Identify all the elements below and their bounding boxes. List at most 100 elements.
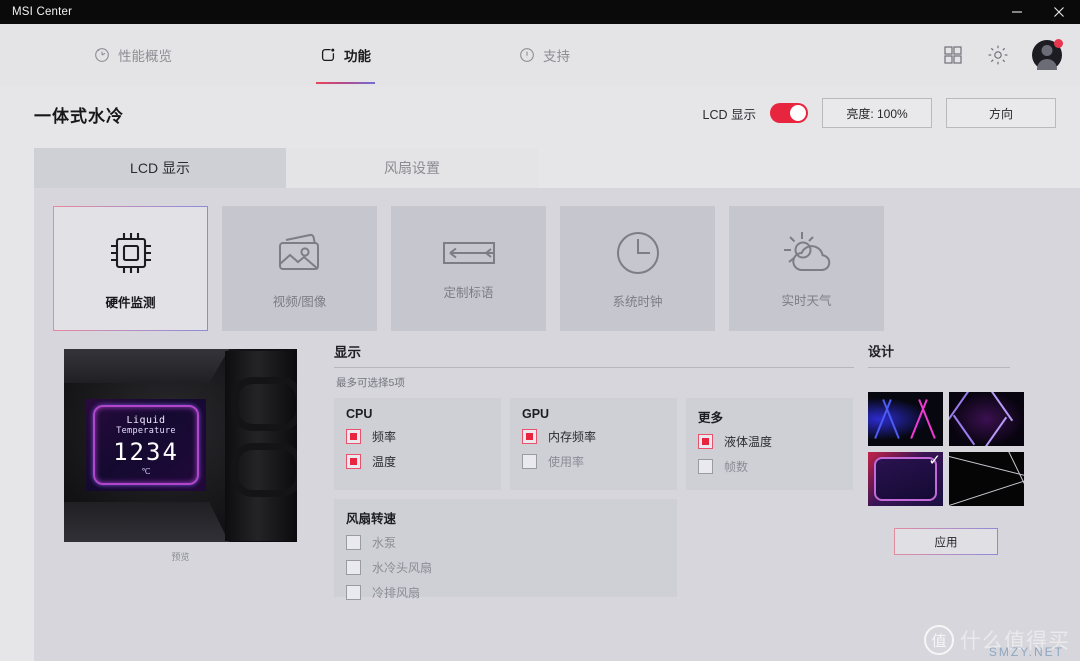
checkbox-label: 冷排风扇 — [372, 586, 421, 600]
neon-stroke — [952, 414, 976, 446]
nav-tab-support[interactable]: 支持 — [515, 32, 574, 78]
top-navigation: 性能概览 功能 支持 — [0, 24, 1080, 86]
mode-card-video-image[interactable]: 视频/图像 — [222, 206, 377, 331]
mode-card-hardware-monitor[interactable]: 硬件监测 — [53, 206, 208, 331]
display-section-hint: 最多可选择5项 — [336, 377, 405, 389]
nav-tab-performance[interactable]: 性能概览 — [90, 32, 176, 78]
checkbox[interactable] — [346, 454, 361, 469]
cpu-chip-icon — [104, 226, 158, 280]
mode-card-label: 实时天气 — [781, 294, 832, 308]
mode-card-live-weather[interactable]: 实时天气 — [729, 206, 884, 331]
checkbox-row-water-pump[interactable]: 水泵 — [346, 534, 518, 551]
nav-tab-label: 支持 — [543, 49, 570, 64]
fan-checkbox-grid: 水泵 水冷头风扇 冷排风扇 — [346, 534, 677, 609]
pump-lcd-screen: Liquid Temperature 1234 ℃ — [86, 399, 206, 491]
checkbox-label: 使用率 — [548, 455, 585, 469]
neon-stroke — [918, 399, 936, 439]
display-section-title: 显示 — [334, 341, 854, 368]
close-icon[interactable] — [1038, 0, 1080, 24]
metric-group-gpu: GPU 内存频率 使用率 — [510, 398, 677, 490]
sun-cloud-icon — [778, 228, 836, 278]
panel-content: 硬件监测 视频/图像 定制标语 系统时钟 实时天气 Liquid Tempera… — [34, 188, 1080, 661]
checkbox-row-gpu-memory-frequency[interactable]: 内存频率 — [522, 428, 677, 445]
nav-tab-features[interactable]: 功能 — [316, 32, 375, 84]
minimize-icon[interactable] — [996, 0, 1038, 24]
checkbox-label: 内存频率 — [548, 430, 597, 444]
design-column: 设计 ✓ 应用 — [854, 341, 1054, 597]
window-title: MSI Center — [12, 6, 73, 18]
lcd-value: 1234 — [113, 437, 179, 466]
checkbox-row-waterblock-fan[interactable]: 水冷头风扇 — [346, 559, 518, 576]
checkbox[interactable] — [698, 434, 713, 449]
checkbox-row-gpu-usage[interactable]: 使用率 — [522, 453, 677, 470]
panel-tabs: LCD 显示 风扇设置 — [34, 148, 538, 188]
checkbox-row-framerate[interactable]: 帧数 — [698, 458, 853, 475]
info-icon — [519, 47, 535, 63]
metric-group-cpu: CPU 频率 温度 — [334, 398, 501, 490]
checkbox-row-liquid-temperature[interactable]: 液体温度 — [698, 433, 853, 450]
group-title: 更多 — [698, 411, 724, 425]
tab-fan-settings[interactable]: 风扇设置 — [286, 148, 538, 188]
lcd-panel: LCD 显示 风扇设置 硬件监测 视频/图像 定制标语 系统时钟 实时天气 Li… — [34, 110, 1080, 661]
page-body: 一体式水冷 LCD 显示 亮度: 100% 方向 LCD 显示 风扇设置 硬件监… — [0, 86, 1080, 661]
checkbox[interactable] — [698, 459, 713, 474]
design-thumbnail-list: ✓ — [868, 392, 1024, 506]
pump-preview-image: Liquid Temperature 1234 ℃ — [64, 349, 297, 542]
group-title: GPU — [522, 407, 550, 421]
neon-stroke — [990, 392, 1014, 422]
checkbox[interactable] — [522, 454, 537, 469]
grid-apps-icon[interactable] — [942, 44, 964, 66]
nav-tab-list: 性能概览 功能 支持 — [90, 24, 574, 86]
mode-card-label: 视频/图像 — [272, 295, 327, 309]
design-thumb-purple-zigzag[interactable] — [949, 392, 1024, 446]
checkbox-label: 液体温度 — [724, 435, 773, 449]
checkbox-row-cpu-frequency[interactable]: 频率 — [346, 428, 501, 445]
checkbox[interactable] — [346, 560, 361, 575]
mode-card-label: 系统时钟 — [612, 295, 663, 309]
checkbox[interactable] — [346, 585, 361, 600]
avatar-head — [1041, 45, 1053, 56]
checkbox-label: 水泵 — [372, 536, 397, 550]
checkbox[interactable] — [522, 429, 537, 444]
checkbox[interactable] — [346, 535, 361, 550]
checkbox-label: 水冷头风扇 — [372, 561, 433, 575]
neon-stroke — [984, 416, 1008, 446]
lcd-line1: Liquid — [126, 414, 166, 426]
tab-lcd-display[interactable]: LCD 显示 — [34, 148, 286, 188]
apply-button-wrap: 应用 — [868, 528, 1024, 555]
apply-button[interactable]: 应用 — [894, 528, 998, 555]
design-thumb-neon-arrows[interactable] — [868, 392, 943, 446]
pump-top-shell — [64, 349, 229, 383]
checkbox-label: 帧数 — [724, 460, 749, 474]
pump-tubes — [225, 351, 297, 541]
group-title: CPU — [346, 407, 373, 421]
notification-dot — [1054, 39, 1063, 48]
checkbox-row-radiator-fan[interactable]: 冷排风扇 — [346, 584, 518, 601]
mode-card-custom-banner[interactable]: 定制标语 — [391, 206, 546, 331]
metric-group-fan-speed: 风扇转速 水泵 水冷头风扇 冷排风扇 — [334, 499, 677, 600]
checkbox-row-cpu-temperature[interactable]: 温度 — [346, 453, 501, 470]
clock-icon — [612, 227, 664, 279]
avatar-body — [1037, 59, 1057, 70]
metric-group-more: 更多 液体温度 帧数 — [686, 398, 853, 490]
design-section-title: 设计 — [868, 341, 1010, 368]
metric-group-row: CPU 频率 温度 GPU 内存频率 使用率 更多 液体温度 帧数 — [334, 398, 854, 490]
gear-icon[interactable] — [986, 43, 1010, 67]
mode-card-system-clock[interactable]: 系统时钟 — [560, 206, 715, 331]
image-stack-icon — [272, 227, 328, 279]
line-stroke — [949, 453, 1024, 480]
nav-tab-label: 性能概览 — [118, 49, 172, 64]
design-thumb-black-lines[interactable] — [949, 452, 1024, 506]
avatar[interactable] — [1032, 39, 1063, 70]
feature-icon — [320, 47, 336, 63]
lcd-unit: ℃ — [141, 466, 151, 476]
preview-column: Liquid Temperature 1234 ℃ 预览 — [34, 341, 334, 597]
display-options-column: 显示 最多可选择5项 CPU 频率 温度 GPU 内存频率 使用率 更多 液体温… — [334, 341, 854, 600]
mode-card-list: 硬件监测 视频/图像 定制标语 系统时钟 实时天气 — [34, 188, 1080, 331]
title-bar: MSI Center — [0, 0, 1080, 24]
checkbox-label: 频率 — [372, 430, 397, 444]
nav-right-actions — [942, 24, 1063, 86]
line-stroke — [949, 476, 1024, 506]
design-thumb-red-frame[interactable]: ✓ — [868, 452, 943, 506]
checkbox[interactable] — [346, 429, 361, 444]
